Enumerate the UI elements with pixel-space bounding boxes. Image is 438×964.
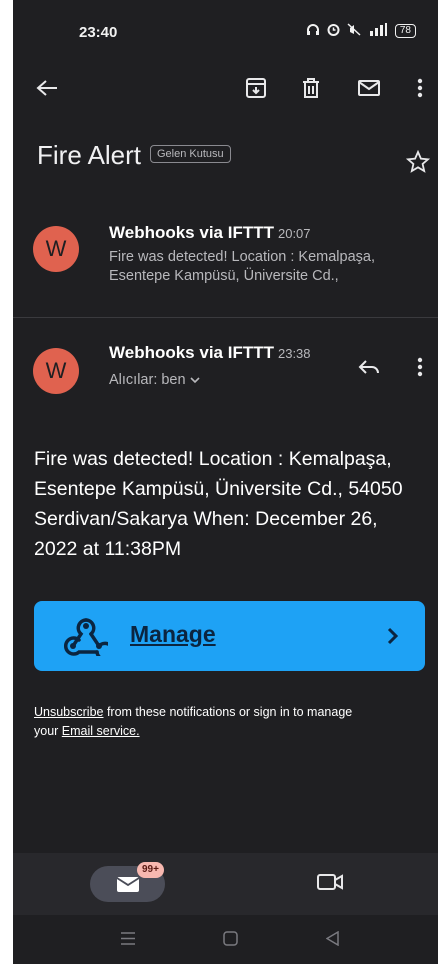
- unread-badge: 99+: [137, 862, 164, 878]
- signal-icon: [368, 23, 388, 39]
- email-toolbar: [13, 68, 438, 108]
- mail-icon: [116, 876, 140, 898]
- avatar: W: [33, 348, 79, 394]
- star-icon[interactable]: [405, 149, 431, 179]
- recipients-label: Alıcılar: ben: [109, 372, 186, 388]
- status-bar: 23:40 78: [13, 0, 438, 62]
- manage-button[interactable]: Manage: [34, 601, 425, 671]
- message-time: 20:07: [277, 226, 311, 241]
- battery-icon: 78: [394, 24, 416, 38]
- message-more-icon[interactable]: [406, 353, 434, 381]
- more-options-icon[interactable]: [406, 74, 434, 102]
- recipients-toggle[interactable]: Alıcılar: ben: [109, 372, 200, 388]
- system-navigation: [13, 915, 438, 964]
- home-nav-icon[interactable]: [223, 931, 238, 951]
- sender-name: Webhooks via IFTTT: [109, 343, 274, 362]
- avatar: W: [33, 226, 79, 272]
- webhooks-icon: [63, 616, 115, 662]
- reply-icon[interactable]: [355, 353, 383, 381]
- back-nav-icon[interactable]: [325, 930, 339, 951]
- inbox-label-chip[interactable]: Gelen Kutusu: [150, 145, 231, 163]
- delete-icon[interactable]: [297, 74, 325, 102]
- alarm-icon: [327, 23, 340, 39]
- menu-nav-icon[interactable]: [121, 932, 135, 950]
- body-line: Fire was detected! Location : Kemalpaşa,: [34, 448, 392, 470]
- email-subject: Fire Alert: [37, 140, 142, 170]
- headphones-icon: [306, 23, 320, 39]
- message-divider: [13, 317, 438, 318]
- mute-icon: [347, 23, 361, 39]
- unsubscribe-link[interactable]: Unsubscribe: [34, 705, 103, 719]
- email-service-link[interactable]: Email service.: [62, 724, 140, 738]
- body-line: Esentepe Kampüsü, Üniversite Cd., 54050: [34, 478, 403, 500]
- message-snippet: Fire was detected! Location : Kemalpaşa,…: [109, 248, 375, 286]
- status-time: 23:40: [79, 24, 118, 41]
- body-line: Serdivan/Sakarya When: December 26,: [34, 508, 378, 530]
- back-arrow-icon[interactable]: [33, 74, 61, 102]
- status-icons: 78: [306, 23, 416, 39]
- archive-icon[interactable]: [242, 74, 270, 102]
- footer-text: your: [34, 724, 62, 738]
- chevron-right-icon: [387, 627, 399, 650]
- body-line: 2022 at 11:38PM: [34, 538, 182, 560]
- manage-label: Manage: [130, 621, 216, 647]
- email-screen: 23:40 78 Fire Alert Gelen Kutusu W Webho…: [13, 0, 438, 964]
- message-sender: Webhooks via IFTTT 20:07: [109, 223, 311, 243]
- bottom-navigation: 99+: [13, 853, 438, 915]
- unsubscribe-note: Unsubscribe from these notifications or …: [34, 703, 414, 741]
- message-sender: Webhooks via IFTTT 23:38: [109, 343, 311, 363]
- snippet-line: Esentepe Kampüsü, Üniversite Cd.,: [109, 268, 339, 284]
- snippet-line: Fire was detected! Location : Kemalpaşa,: [109, 249, 375, 265]
- message-body: Fire was detected! Location : Kemalpaşa,…: [34, 444, 429, 564]
- mark-unread-icon[interactable]: [355, 74, 383, 102]
- video-icon[interactable]: [317, 873, 343, 896]
- footer-text: from these notifications or sign in to m…: [103, 705, 353, 719]
- chevron-down-icon: [190, 372, 200, 388]
- message-time: 23:38: [277, 346, 311, 361]
- sender-name: Webhooks via IFTTT: [109, 223, 274, 242]
